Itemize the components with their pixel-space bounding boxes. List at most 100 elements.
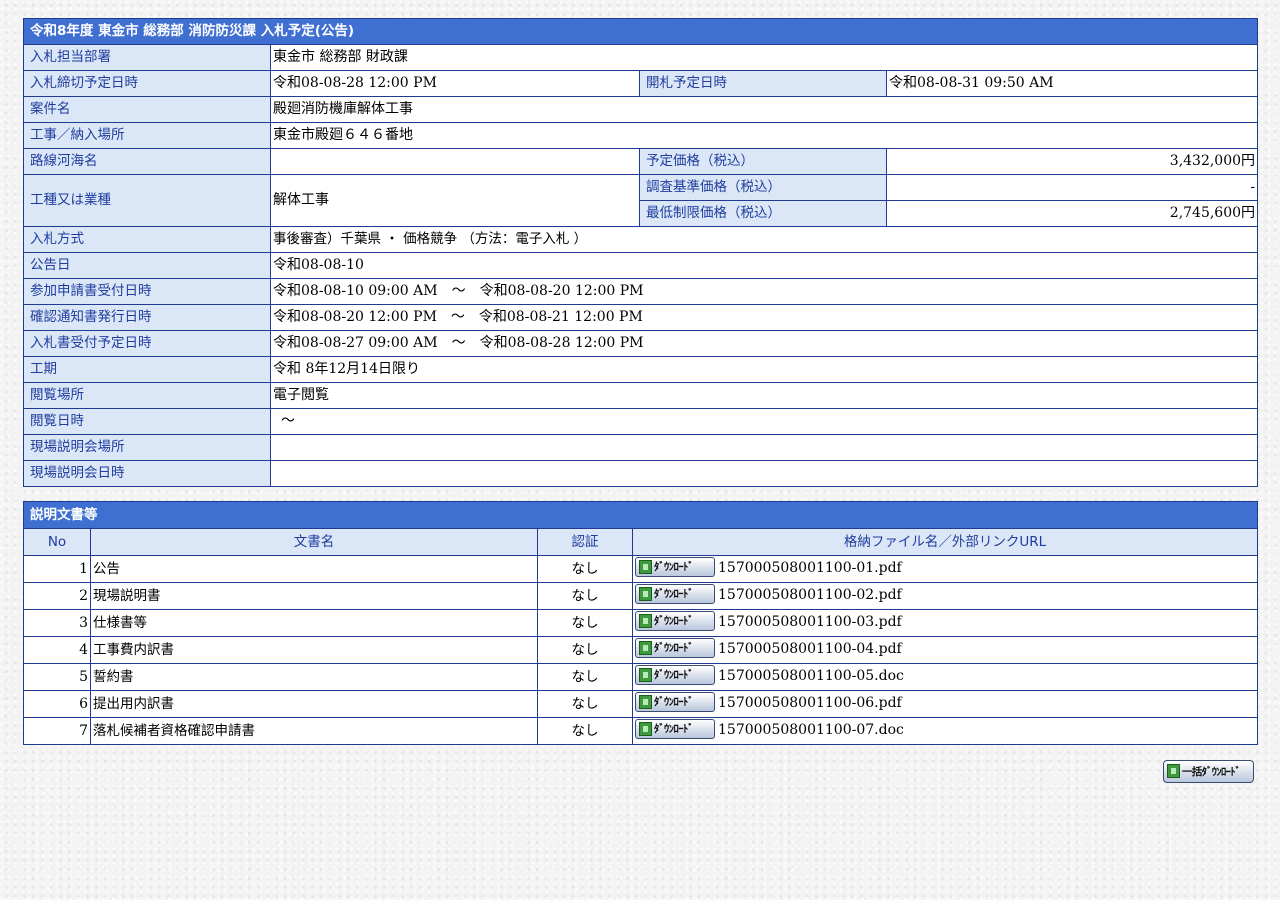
documents-table: 説明文書等 No 文書名 認証 格納ファイル名／外部リンクURL 1 公告 なし ﾀﾞ… <box>23 501 1258 745</box>
download-button[interactable]: ﾀﾞｳﾝﾛｰﾄﾞ <box>635 611 715 632</box>
floppy-download-icon <box>639 587 652 602</box>
apply-value: 令和08-08-10 09:00 AM ～ 令和08-08-20 12:00 P… <box>269 278 1259 305</box>
bid-receipt-label: 入札書受付予定日時 <box>23 330 271 357</box>
confirm-label: 確認通知書発行日時 <box>23 304 271 331</box>
floppy-download-icon <box>639 560 652 575</box>
view-place-value: 電子閲覧 <box>269 382 1259 409</box>
doc-no: 2 <box>23 582 91 610</box>
view-place-label: 閲覧場所 <box>23 382 271 409</box>
doc-file-link[interactable]: 157000508001100-04.pdf <box>718 641 902 657</box>
dept-label: 入札担当部署 <box>23 44 271 71</box>
doc-file-link[interactable]: 157000508001100-07.doc <box>718 722 904 738</box>
floppy-download-icon <box>639 668 652 683</box>
deadline-label: 入札締切予定日時 <box>23 70 271 97</box>
place-label: 工事／納入場所 <box>23 122 271 149</box>
open-value: 令和08-08-31 09:50 AM <box>885 70 1259 97</box>
doc-file-link[interactable]: 157000508001100-03.pdf <box>718 614 902 630</box>
deadline-value: 令和08-08-28 12:00 PM <box>270 70 640 97</box>
doc-no: 3 <box>23 609 91 637</box>
confirm-value: 令和08-08-20 12:00 PM ～ 令和08-08-21 12:00 P… <box>269 304 1259 331</box>
doc-auth: なし <box>537 663 633 691</box>
doc-name: 現場説明書 <box>90 582 538 610</box>
doc-name: 工事費内訳書 <box>90 636 538 664</box>
doc-no: 4 <box>23 636 91 664</box>
doc-auth: なし <box>537 555 633 583</box>
download-label: ﾀﾞｳﾝﾛｰﾄﾞ <box>654 669 694 682</box>
period-label: 工期 <box>23 356 271 383</box>
download-button[interactable]: ﾀﾞｳﾝﾛｰﾄﾞ <box>635 638 715 659</box>
floppy-download-icon <box>1167 764 1180 778</box>
documents-title: 説明文書等 <box>23 501 1258 529</box>
download-button[interactable]: ﾀﾞｳﾝﾛｰﾄﾞ <box>635 557 715 578</box>
doc-no: 5 <box>23 663 91 691</box>
document-row: 2 現場説明書 なし ﾀﾞｳﾝﾛｰﾄﾞ 157000508001100-02.pdf <box>23 582 1258 610</box>
doc-auth: なし <box>537 717 633 745</box>
floppy-download-icon <box>639 695 652 710</box>
doc-name: 提出用内訳書 <box>90 690 538 718</box>
doc-auth: なし <box>537 690 633 718</box>
doc-file-link[interactable]: 157000508001100-01.pdf <box>718 560 902 576</box>
apply-label: 参加申請書受付日時 <box>23 278 271 305</box>
bulk-download-button[interactable]: 一括ﾀﾞｳﾝﾛｰﾄﾞ <box>1163 760 1254 783</box>
doc-name: 落札候補者資格確認申請書 <box>90 717 538 745</box>
view-time-value: ～ <box>269 408 1259 435</box>
site-time-value <box>269 460 1259 487</box>
route-label: 路線河海名 <box>23 148 271 175</box>
doc-no: 7 <box>23 717 91 745</box>
floppy-download-icon <box>639 641 652 656</box>
document-row: 4 工事費内訳書 なし ﾀﾞｳﾝﾛｰﾄﾞ 157000508001100-04.pdf <box>23 636 1258 664</box>
site-time-label: 現場説明会日時 <box>23 460 271 487</box>
method-value: 事後審査）千葉県 ・ 価格競争 （方法：電子入札 ） <box>269 226 1259 253</box>
doc-file-link[interactable]: 157000508001100-06.pdf <box>718 695 902 711</box>
type-label: 工種又は業種 <box>23 174 271 227</box>
doc-file-link[interactable]: 157000508001100-05.doc <box>718 668 904 684</box>
dept-value: 東金市 総務部 財政課 <box>269 44 1259 71</box>
doc-name: 仕様書等 <box>90 609 538 637</box>
download-label: ﾀﾞｳﾝﾛｰﾄﾞ <box>654 723 694 736</box>
method-label: 入札方式 <box>23 226 271 253</box>
download-label: ﾀﾞｳﾝﾛｰﾄﾞ <box>654 642 694 655</box>
view-time-label: 閲覧日時 <box>23 408 271 435</box>
col-auth-header: 認証 <box>537 528 633 556</box>
min-price-label: 最低制限価格（税込） <box>639 200 887 227</box>
doc-file-cell: ﾀﾞｳﾝﾛｰﾄﾞ 157000508001100-01.pdf <box>632 555 1258 583</box>
col-name-header: 文書名 <box>90 528 538 556</box>
page-title: 令和8年度 東金市 総務部 消防防災課 入札予定(公告) <box>22 18 1259 45</box>
doc-no: 1 <box>23 555 91 583</box>
site-place-value <box>269 434 1259 461</box>
download-label: ﾀﾞｳﾝﾛｰﾄﾞ <box>654 588 694 601</box>
notice-label: 公告日 <box>23 252 271 279</box>
period-value: 令和 8年12月14日限り <box>269 356 1259 383</box>
open-label: 開札予定日時 <box>639 70 887 97</box>
doc-file-cell: ﾀﾞｳﾝﾛｰﾄﾞ 157000508001100-03.pdf <box>632 609 1258 637</box>
doc-file-link[interactable]: 157000508001100-02.pdf <box>718 587 902 603</box>
doc-auth: なし <box>537 609 633 637</box>
price-label: 予定価格（税込） <box>639 148 887 175</box>
survey-value: - <box>885 174 1259 201</box>
document-row: 6 提出用内訳書 なし ﾀﾞｳﾝﾛｰﾄﾞ 157000508001100-06.pdf <box>23 690 1258 718</box>
doc-file-cell: ﾀﾞｳﾝﾛｰﾄﾞ 157000508001100-04.pdf <box>632 636 1258 664</box>
document-row: 5 誓約書 なし ﾀﾞｳﾝﾛｰﾄﾞ 157000508001100-05.doc <box>23 663 1258 691</box>
doc-name: 公告 <box>90 555 538 583</box>
download-label: ﾀﾞｳﾝﾛｰﾄﾞ <box>654 696 694 709</box>
route-value <box>270 148 640 175</box>
floppy-download-icon <box>639 722 652 737</box>
document-row: 3 仕様書等 なし ﾀﾞｳﾝﾛｰﾄﾞ 157000508001100-03.pdf <box>23 609 1258 637</box>
document-row: 1 公告 なし ﾀﾞｳﾝﾛｰﾄﾞ 157000508001100-01.pdf <box>23 555 1258 583</box>
min-price-value: 2,745,600円 <box>885 200 1259 227</box>
doc-auth: なし <box>537 582 633 610</box>
bid-receipt-value: 令和08-08-27 09:00 AM ～ 令和08-08-28 12:00 P… <box>269 330 1259 357</box>
doc-name: 誓約書 <box>90 663 538 691</box>
survey-label: 調査基準価格（税込） <box>639 174 887 201</box>
download-button[interactable]: ﾀﾞｳﾝﾛｰﾄﾞ <box>635 692 715 713</box>
bulk-download-label: 一括ﾀﾞｳﾝﾛｰﾄﾞ <box>1182 766 1241 778</box>
download-button[interactable]: ﾀﾞｳﾝﾛｰﾄﾞ <box>635 584 715 605</box>
download-button[interactable]: ﾀﾞｳﾝﾛｰﾄﾞ <box>635 665 715 686</box>
type-value: 解体工事 <box>270 174 640 227</box>
download-button[interactable]: ﾀﾞｳﾝﾛｰﾄﾞ <box>635 719 715 740</box>
doc-file-cell: ﾀﾞｳﾝﾛｰﾄﾞ 157000508001100-05.doc <box>632 663 1258 691</box>
case-value: 殿廻消防機庫解体工事 <box>269 96 1259 123</box>
price-value: 3,432,000円 <box>885 148 1259 175</box>
doc-no: 6 <box>23 690 91 718</box>
place-value: 東金市殿廻６４６番地 <box>269 122 1259 149</box>
